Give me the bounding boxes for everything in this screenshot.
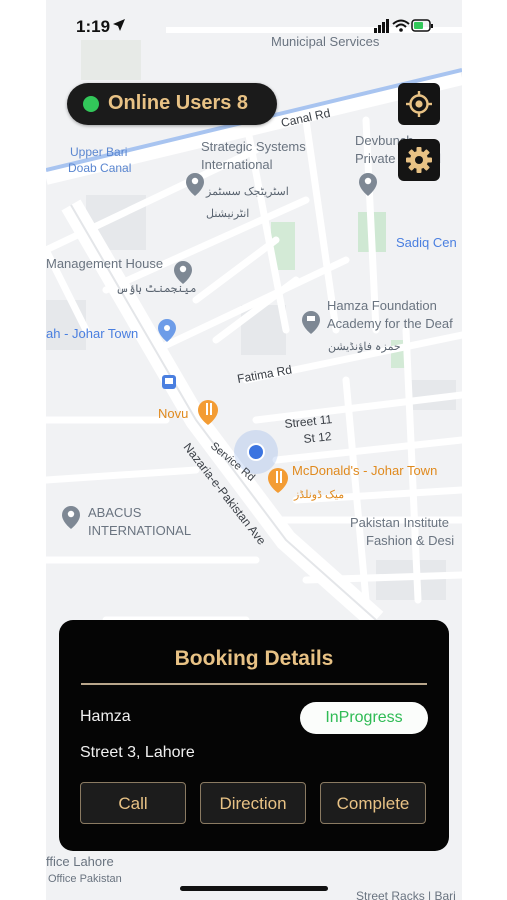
map-label: Academy for the Deaf bbox=[327, 316, 453, 331]
call-button[interactable]: Call bbox=[80, 782, 186, 824]
online-status-dot bbox=[83, 96, 99, 112]
map-label: ah - Johar Town bbox=[46, 326, 138, 341]
locate-me-button[interactable] bbox=[398, 83, 440, 125]
customer-address: Street 3, Lahore bbox=[80, 744, 195, 761]
map-label: McDonald's - Johar Town bbox=[292, 463, 437, 478]
map-label: Hamza Foundation bbox=[327, 298, 437, 313]
map-label: Upper Bari bbox=[70, 145, 127, 159]
map-label: Management House bbox=[46, 256, 163, 271]
booking-title: Booking Details bbox=[174, 647, 334, 670]
map-label: Pakistan Institute bbox=[350, 515, 449, 530]
map-label: Novu bbox=[158, 406, 188, 421]
map-label: اسٹریٹجک سسٹمز bbox=[205, 186, 289, 198]
gear-icon bbox=[406, 147, 432, 173]
signal-icon bbox=[374, 19, 389, 33]
complete-button[interactable]: Complete bbox=[320, 782, 426, 824]
wifi-icon bbox=[392, 19, 410, 32]
map-label: Fashion & Desi bbox=[366, 533, 454, 548]
map-label: ffice Lahore bbox=[46, 854, 114, 869]
customer-name: Hamza bbox=[80, 708, 131, 725]
map-label: International bbox=[201, 157, 273, 172]
booking-details-panel: Booking Details Hamza InProgress Street … bbox=[59, 620, 449, 851]
map-label: میک ڈونلڈز bbox=[293, 489, 344, 501]
battery-icon bbox=[411, 19, 433, 32]
location-arrow-icon bbox=[113, 19, 125, 31]
crosshair-icon bbox=[406, 91, 432, 117]
online-users-label: Online Users 8 bbox=[108, 92, 249, 114]
map-label: Doab Canal bbox=[68, 161, 131, 175]
online-users-pill: Online Users 8 bbox=[67, 83, 277, 125]
map-label: مینجمنٹ ہاؤس bbox=[116, 283, 196, 295]
phone-screen: Municipal Services Canal Rd Upper Bari D… bbox=[46, 0, 462, 900]
direction-button[interactable]: Direction bbox=[200, 782, 306, 824]
status-bar: 1:19 bbox=[46, 0, 462, 48]
map-label: انٹرنیشنل bbox=[206, 208, 249, 220]
map-label: INTERNATIONAL bbox=[88, 523, 191, 538]
divider bbox=[81, 683, 427, 685]
map-label: Street Racks | Bari bbox=[356, 889, 456, 900]
settings-button[interactable] bbox=[398, 139, 440, 181]
map-label: ABACUS bbox=[88, 505, 142, 520]
map-label: Sadiq Cen bbox=[396, 235, 457, 250]
status-badge: InProgress bbox=[300, 702, 428, 734]
map-label: Strategic Systems bbox=[201, 139, 306, 154]
map-label: حمزہ فاؤنڈیشن bbox=[328, 341, 401, 353]
map-label: St 12 bbox=[303, 429, 333, 446]
status-icons bbox=[374, 19, 433, 33]
home-indicator[interactable] bbox=[180, 886, 328, 891]
map-label: Office Pakistan bbox=[48, 873, 122, 885]
status-time: 1:19 bbox=[76, 17, 111, 36]
bus-stop-icon[interactable] bbox=[162, 375, 176, 389]
